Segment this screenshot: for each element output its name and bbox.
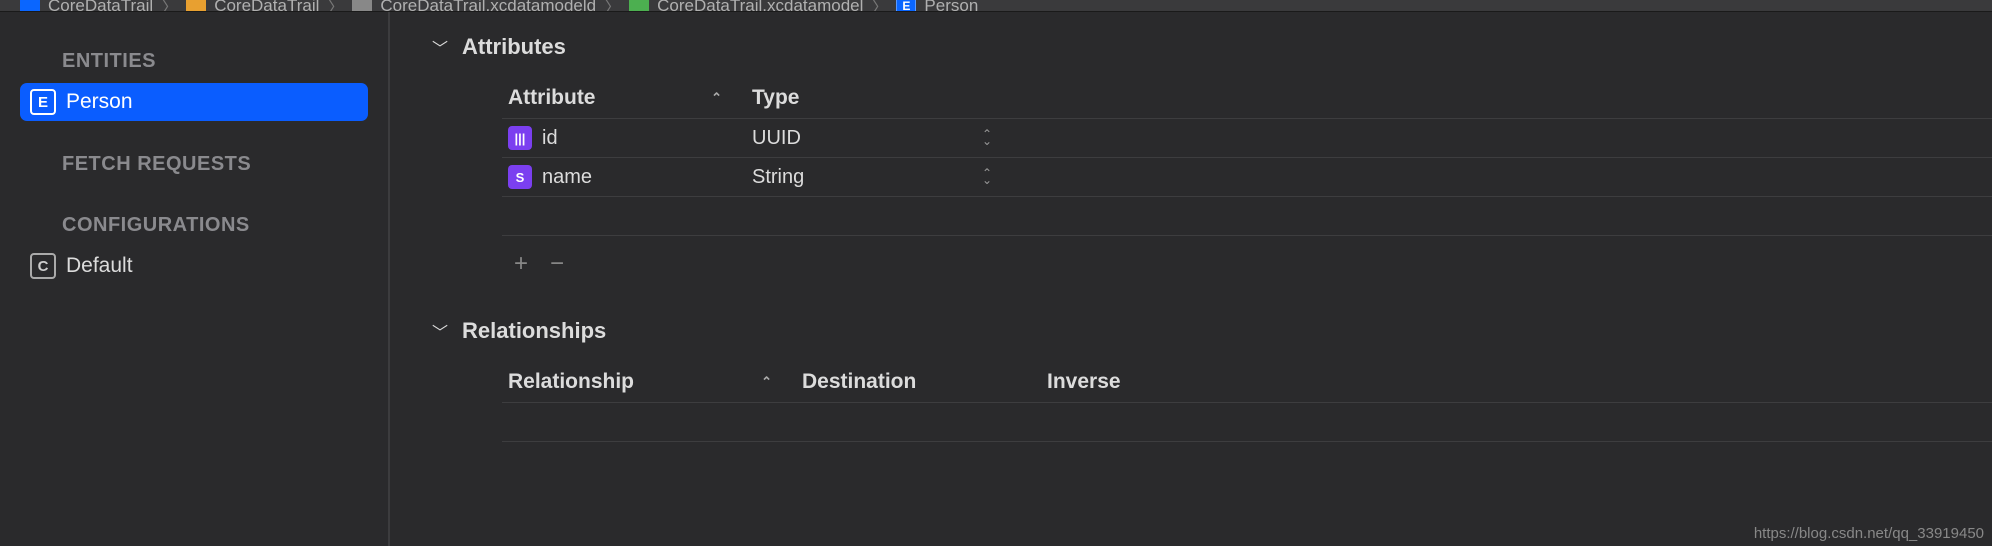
chevron-right-icon: 〉 — [604, 0, 621, 12]
sort-ascending-icon: ⌃ — [711, 90, 722, 106]
breadcrumb-item[interactable]: CoreDataTrail — [20, 0, 153, 12]
sidebar-header-entities: ENTITIES — [0, 42, 388, 81]
sidebar-header-fetch: FETCH REQUESTS — [0, 145, 388, 184]
remove-button[interactable]: − — [550, 250, 564, 278]
table-row-empty — [502, 403, 1992, 442]
column-header-attribute[interactable]: Attribute ⌃ — [502, 86, 752, 110]
chevron-down-icon[interactable]: ﹀ — [432, 35, 448, 59]
sidebar-item-person[interactable]: E Person — [20, 83, 368, 121]
table-header-row: Attribute ⌃ Type — [502, 78, 1992, 119]
relationships-section: ﹀ Relationships Relationship ⌃ Destinati… — [390, 318, 1992, 481]
attribute-name: id — [542, 127, 558, 150]
entity-icon: E — [30, 89, 56, 115]
table-header-row: Relationship ⌃ Destination Inverse — [502, 362, 1992, 403]
breadcrumb-item[interactable]: CoreDataTrail — [186, 0, 319, 12]
string-type-icon: S — [508, 165, 532, 189]
chevron-down-icon[interactable]: ﹀ — [432, 319, 448, 343]
table-row[interactable]: S name String ⌃⌄ — [502, 158, 1992, 197]
type-dropdown[interactable]: String ⌃⌄ — [752, 166, 1022, 189]
configuration-icon: C — [30, 253, 56, 279]
breadcrumb-item[interactable]: E Person — [896, 0, 978, 12]
updown-chevron-icon: ⌃⌄ — [982, 170, 992, 184]
table-row[interactable]: ||| id UUID ⌃⌄ — [502, 119, 1992, 158]
chevron-right-icon: 〉 — [327, 0, 344, 12]
chevron-right-icon: 〉 — [161, 0, 178, 12]
project-icon — [20, 0, 40, 12]
watermark: https://blog.csdn.net/qq_33919450 — [1754, 525, 1984, 542]
attributes-table: Attribute ⌃ Type ||| id UUID ⌃⌄ — [502, 78, 1992, 278]
breadcrumb-item[interactable]: CoreDataTrail.xcdatamodel — [629, 0, 863, 12]
column-header-inverse[interactable]: Inverse — [1047, 370, 1247, 394]
attributes-section: ﹀ Attributes Attribute ⌃ Type ||| id — [390, 34, 1992, 278]
uuid-type-icon: ||| — [508, 126, 532, 150]
column-header-destination[interactable]: Destination — [802, 370, 1047, 394]
sort-ascending-icon: ⌃ — [761, 374, 772, 390]
breadcrumb-item[interactable]: CoreDataTrail.xcdatamodeld — [352, 0, 596, 12]
section-title-relationships: Relationships — [462, 318, 606, 344]
attribute-name: name — [542, 166, 592, 189]
add-button[interactable]: + — [514, 250, 528, 278]
table-row-empty — [502, 442, 1992, 481]
entity-icon: E — [896, 0, 916, 12]
sidebar-header-config: CONFIGURATIONS — [0, 206, 388, 245]
file-icon — [352, 0, 372, 12]
section-title-attributes: Attributes — [462, 34, 566, 60]
content-area: ﹀ Attributes Attribute ⌃ Type ||| id — [390, 12, 1992, 546]
sidebar-item-label: Person — [66, 90, 133, 114]
type-dropdown[interactable]: UUID ⌃⌄ — [752, 127, 1022, 150]
sidebar-item-label: Default — [66, 254, 133, 278]
column-header-type[interactable]: Type — [752, 86, 1022, 110]
table-row-empty — [502, 197, 1992, 236]
sidebar-item-default[interactable]: C Default — [20, 247, 368, 285]
model-icon — [629, 0, 649, 12]
chevron-right-icon: 〉 — [871, 0, 888, 12]
relationships-table: Relationship ⌃ Destination Inverse — [502, 362, 1992, 481]
breadcrumb: CoreDataTrail 〉 CoreDataTrail 〉 CoreData… — [0, 0, 1992, 12]
column-header-relationship[interactable]: Relationship ⌃ — [502, 370, 802, 394]
updown-chevron-icon: ⌃⌄ — [982, 131, 992, 145]
folder-icon — [186, 0, 206, 12]
sidebar: ENTITIES E Person FETCH REQUESTS CONFIGU… — [0, 12, 390, 546]
